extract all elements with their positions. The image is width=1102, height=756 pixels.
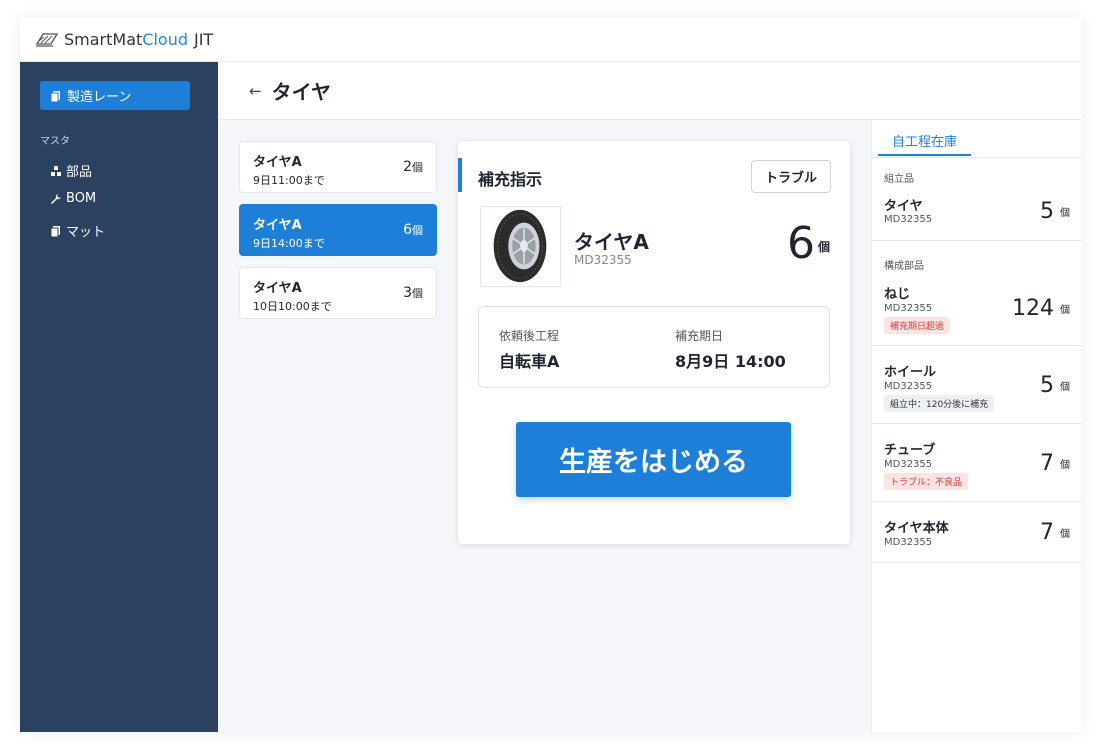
lane-qty-unit: 個	[412, 161, 423, 174]
deadline-label: 補充期日	[675, 329, 724, 343]
item-name: ねじ	[884, 287, 911, 302]
item-qty-value: 5	[1040, 199, 1054, 224]
item-code: MD32355	[884, 537, 933, 548]
wrench-icon	[51, 193, 61, 204]
item-code: MD32355	[884, 459, 933, 470]
item-code: MD32355	[884, 214, 933, 225]
item-name: ホイール	[884, 365, 937, 380]
sidebar-item-production-lane[interactable]: 製造レーン	[40, 81, 190, 110]
inventory-row: チューブ MD32355 トラブル：不良品 7個	[872, 424, 1083, 502]
lane-qty-unit: 個	[412, 287, 423, 300]
lane-due: 9日11:00まで	[253, 174, 325, 187]
product-name: タイヤA	[574, 230, 649, 254]
status-badge: トラブル：不良品	[884, 473, 969, 490]
lane-qty: 6個	[403, 222, 423, 238]
deadline-value: 8月9日 14:00	[675, 352, 786, 371]
lane-due: 10日10:00まで	[253, 300, 332, 313]
item-name: タイヤ	[884, 199, 923, 214]
order-info-box: 依頼後工程 自転車A 補充期日 8月9日 14:00	[478, 306, 830, 388]
logo-icon	[35, 33, 59, 47]
after-process-value: 自転車A	[499, 352, 560, 371]
sidebar: 製造レーン マスタ 部品 BOM マット	[20, 62, 218, 732]
item-qty: 5個	[1040, 374, 1070, 398]
start-production-button[interactable]: 生産をはじめる	[516, 422, 791, 497]
lane-name: タイヤA	[253, 281, 302, 296]
sidebar-item-label: 部品	[66, 165, 93, 180]
sidebar-section-master: マスタ	[40, 136, 70, 147]
item-name: チューブ	[884, 443, 936, 458]
accent-bar	[458, 158, 462, 192]
main-content: ← タイヤ タイヤA 9日11:00まで 2個 タイヤA 9日14:00まで 6…	[218, 62, 1083, 732]
lane-qty-unit: 個	[412, 224, 423, 237]
item-qty-unit: 個	[1060, 305, 1070, 316]
inventory-row: タイヤ本体 MD32355 7個	[872, 502, 1083, 563]
lane-card[interactable]: タイヤA 9日11:00まで 2個	[239, 141, 437, 193]
lane-qty: 2個	[403, 159, 423, 175]
after-process-label: 依頼後工程	[499, 329, 560, 343]
trouble-button[interactable]: トラブル	[751, 160, 831, 193]
lane-name: タイヤA	[253, 155, 302, 170]
sidebar-item-label: BOM	[66, 191, 97, 206]
lane-card-selected[interactable]: タイヤA 9日14:00まで 6個	[239, 204, 437, 256]
item-qty-value: 124	[1012, 296, 1054, 321]
item-qty-value: 7	[1040, 520, 1054, 545]
item-qty-value: 5	[1040, 373, 1054, 398]
item-qty-unit: 個	[1060, 382, 1070, 393]
order-quantity-value: 6	[786, 218, 815, 269]
lane-qty-value: 6	[403, 222, 412, 238]
card-title: 補充指示	[478, 170, 543, 189]
inventory-panel: 自工程在庫 組立品 タイヤ MD32355 5個 構成部品 ねじ MD32355…	[871, 120, 1083, 732]
top-bar: SmartMatCloud JIT	[20, 17, 1082, 62]
item-code: MD32355	[884, 381, 933, 392]
item-qty: 5個	[1040, 200, 1070, 224]
lane-card[interactable]: タイヤA 10日10:00まで 3個	[239, 267, 437, 319]
brand-suffix: JIT	[193, 29, 214, 49]
tire-image	[480, 206, 561, 287]
item-qty-value: 7	[1040, 451, 1054, 476]
item-name: タイヤ本体	[884, 521, 949, 536]
item-code: MD32355	[884, 303, 933, 314]
status-badge: 補充期日超過	[884, 317, 951, 334]
order-quantity: 6 個	[787, 221, 830, 267]
page-title: タイヤ	[271, 80, 331, 104]
inventory-row: ホイール MD32355 組立中：120分後に補充 5個	[872, 346, 1083, 424]
item-qty: 7個	[1040, 521, 1070, 545]
item-qty-unit: 個	[1060, 460, 1070, 471]
lane-qty-value: 3	[403, 285, 412, 301]
brand-name: SmartMatCloud JIT	[64, 30, 213, 49]
sidebar-item-label: マット	[66, 225, 106, 240]
parts-icon	[51, 165, 61, 176]
lane-qty: 3個	[403, 285, 423, 301]
replenish-instruction-card: 補充指示 トラブル タイヤA MD32355 6 個 依頼後工程 自転車A 補充…	[458, 141, 850, 544]
inventory-row: タイヤ MD32355 5個	[872, 158, 1083, 241]
page-header: ← タイヤ	[218, 62, 1082, 120]
brand-cloud: Cloud	[142, 29, 188, 49]
sidebar-item-mat[interactable]: マット	[50, 221, 105, 240]
brand-main: SmartMat	[64, 29, 143, 49]
copy-icon	[50, 225, 60, 237]
item-qty-unit: 個	[1060, 529, 1070, 540]
item-qty: 7個	[1040, 452, 1070, 476]
product-code: MD32355	[574, 253, 632, 267]
copy-icon	[50, 90, 60, 102]
order-quantity-unit: 個	[817, 240, 830, 254]
item-qty: 124 個	[1012, 297, 1070, 321]
tab-own-process-inventory[interactable]: 自工程在庫	[878, 130, 971, 156]
sidebar-item-bom[interactable]: BOM	[50, 191, 96, 206]
item-qty-unit: 個	[1060, 208, 1070, 219]
lane-due: 9日14:00まで	[253, 237, 325, 250]
inventory-row: ねじ MD32355 補充期日超過 124 個	[872, 241, 1083, 346]
back-arrow-icon[interactable]: ←	[249, 82, 262, 100]
sidebar-item-label: 製造レーン	[67, 90, 132, 105]
lane-name: タイヤA	[253, 218, 302, 233]
app-window: SmartMatCloud JIT 製造レーン マスタ 部品 BOM マット ← …	[20, 17, 1083, 732]
sidebar-item-parts[interactable]: 部品	[50, 161, 92, 180]
status-badge: 組立中：120分後に補充	[884, 395, 995, 412]
lane-qty-value: 2	[403, 159, 412, 175]
